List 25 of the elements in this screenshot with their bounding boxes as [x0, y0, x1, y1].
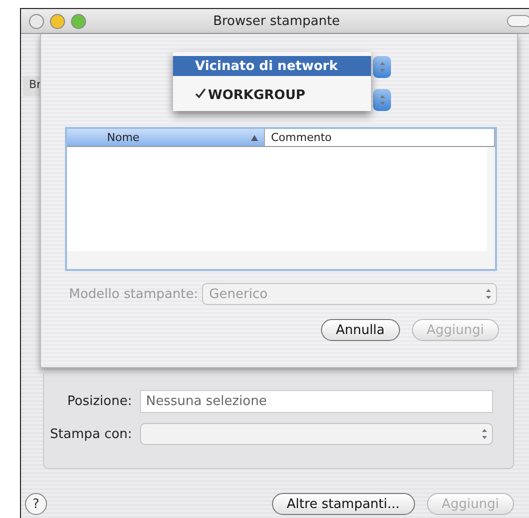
close-button[interactable]	[29, 14, 44, 28]
print-with-label: Stampa con:	[50, 426, 132, 442]
stepper-arrows-icon	[485, 288, 492, 300]
menu-item-label: Vicinato di network	[195, 58, 338, 74]
popup-stepper[interactable]	[373, 89, 391, 111]
location-label: Posizione:	[66, 394, 132, 409]
printer-model-label: Modello stampante:	[69, 286, 198, 302]
minimize-button[interactable]	[50, 14, 65, 28]
cancel-button[interactable]: Annulla	[320, 319, 400, 341]
sort-arrow-icon	[251, 134, 258, 140]
location-field[interactable]: Nessuna selezione	[140, 390, 493, 413]
stepper-arrows-icon	[378, 94, 386, 106]
checkmark-icon	[195, 88, 206, 98]
popup-stepper[interactable]	[373, 56, 391, 78]
menu-item-label: WORKGROUP	[208, 88, 306, 102]
zoom-button[interactable]	[71, 14, 86, 28]
window-title: Browser stampante	[212, 14, 341, 28]
menu-item[interactable]: WORKGROUP	[173, 85, 371, 105]
menu-item[interactable]: Vicinato di network	[173, 56, 371, 76]
column-header[interactable]: Nome	[67, 129, 265, 146]
more-printers-button[interactable]: Altre stampanti...	[272, 493, 415, 515]
help-button[interactable]: ?	[25, 493, 47, 515]
stepper-arrows-icon	[378, 61, 386, 73]
toolbar-toggle-button[interactable]	[507, 15, 529, 27]
stepper-arrows-icon	[481, 428, 488, 440]
